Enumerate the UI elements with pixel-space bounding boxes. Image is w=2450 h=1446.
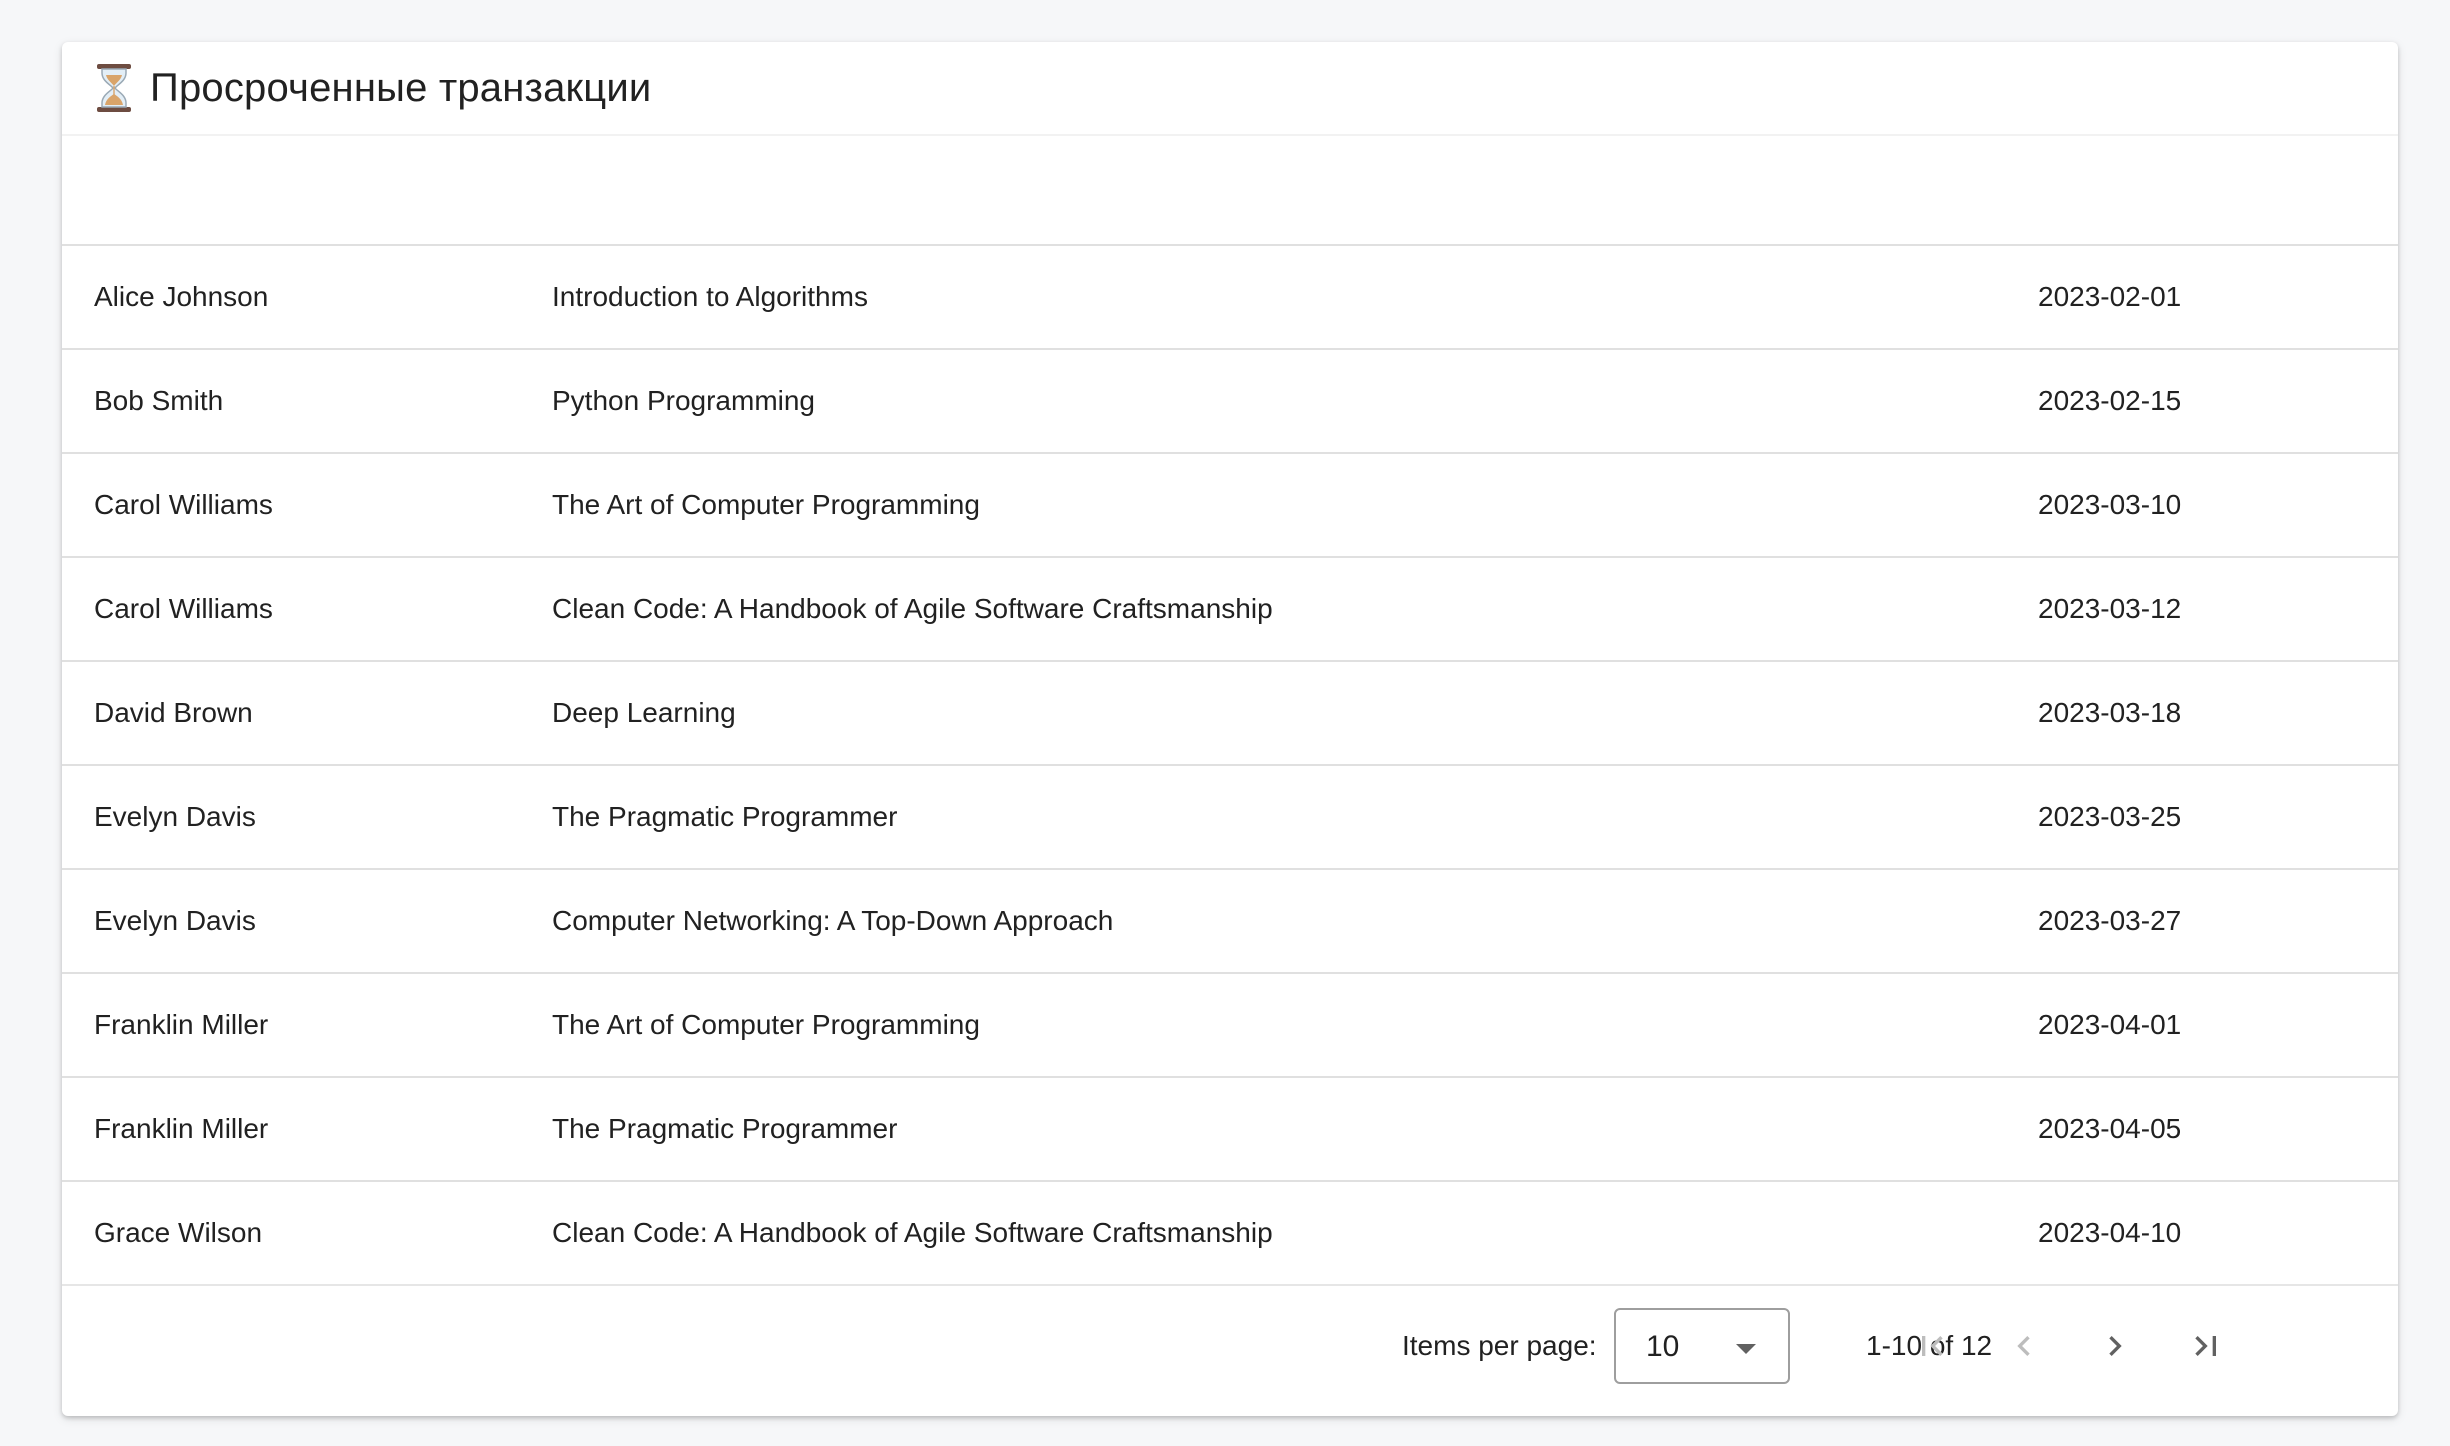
- borrower-name-cell: Bob Smith: [94, 385, 224, 416]
- due-date-cell: 2023-02-01: [2038, 281, 2182, 312]
- table-row: Grace Wilson Clean Code: A Handbook of Ag…: [62, 1182, 2398, 1286]
- due-date-cell: 2023-04-05: [2038, 1113, 2182, 1144]
- items-per-page-select[interactable]: 10: [1614, 1308, 1790, 1384]
- overdue-transactions-card: Просроченные транзакции Alice Johnson Int…: [62, 42, 2398, 1416]
- table-row: Evelyn Davis The Pragmatic Programmer 2023…: [62, 766, 2398, 870]
- book-title-cell: Deep Learning: [552, 697, 736, 728]
- book-title-cell: The Pragmatic Programmer: [552, 801, 898, 832]
- card-header: Просроченные транзакции: [62, 42, 2398, 136]
- last-page-icon: [2195, 1336, 2216, 1356]
- book-title-cell: The Art of Computer Programming: [552, 1009, 980, 1040]
- chevron-right-icon: [2109, 1336, 2122, 1356]
- book-title-cell: Computer Networking: A Top-Down Approach: [552, 905, 1114, 936]
- chevron-left-icon: [2017, 1336, 2030, 1356]
- due-date-cell: 2023-03-12: [2038, 593, 2182, 624]
- due-date-cell: 2023-04-01: [2038, 1009, 2182, 1040]
- first-page-button[interactable]: [1900, 1314, 1964, 1378]
- table-row: Carol Williams Clean Code: A Handbook of …: [62, 558, 2398, 662]
- due-date-cell: 2023-03-18: [2038, 697, 2182, 728]
- borrower-name-cell: Carol Williams: [94, 593, 273, 624]
- transactions-table-body: Alice Johnson Introduction to Algorithms 2…: [62, 246, 2398, 1286]
- book-title-cell: The Pragmatic Programmer: [552, 1113, 898, 1144]
- table-header: [62, 136, 2398, 246]
- borrower-name-cell: David Brown: [94, 697, 253, 728]
- dropdown-caret-icon: [1736, 1344, 1756, 1354]
- next-page-button[interactable]: [2083, 1314, 2147, 1378]
- due-date-cell: 2023-04-10: [2038, 1217, 2182, 1248]
- book-title-cell: Introduction to Algorithms: [552, 281, 868, 312]
- due-date-cell: 2023-03-25: [2038, 801, 2182, 832]
- page-title: Просроченные транзакции: [150, 65, 652, 110]
- hourglass-icon: [97, 64, 131, 112]
- borrower-name-cell: Evelyn Davis: [94, 801, 256, 832]
- items-per-page-label: Items per page:: [1402, 1330, 1597, 1361]
- table-row: Evelyn Davis Computer Networking: A Top-D…: [62, 870, 2398, 974]
- borrower-name-cell: Grace Wilson: [94, 1217, 263, 1248]
- borrower-name-cell: Franklin Miller: [94, 1113, 269, 1144]
- table-row: Franklin Miller The Art of Computer Progr…: [62, 974, 2398, 1078]
- borrower-name-cell: Franklin Miller: [94, 1009, 269, 1040]
- due-date-cell: 2023-02-15: [2038, 385, 2182, 416]
- book-title-cell: The Art of Computer Programming: [552, 489, 980, 520]
- table-row: Bob Smith Python Programming 2023-02-15: [62, 350, 2398, 454]
- table-row: David Brown Deep Learning 2023-03-18: [62, 662, 2398, 766]
- first-page-icon: [1922, 1336, 1943, 1356]
- paginator: Items per page: 10 1-10 of 12: [62, 1286, 2398, 1412]
- book-title-cell: Python Programming: [552, 385, 816, 416]
- book-title-cell: Clean Code: A Handbook of Agile Software…: [552, 593, 1273, 624]
- book-title-cell: Clean Code: A Handbook of Agile Software…: [552, 1217, 1273, 1248]
- borrower-name-cell: Carol Williams: [94, 489, 273, 520]
- table-row: Franklin Miller The Pragmatic Programmer 2…: [62, 1078, 2398, 1182]
- due-date-cell: 2023-03-10: [2038, 489, 2182, 520]
- table-row: Alice Johnson Introduction to Algorithms 2…: [62, 246, 2398, 350]
- borrower-name-cell: Alice Johnson: [94, 281, 269, 312]
- previous-page-button[interactable]: [1992, 1314, 2056, 1378]
- borrower-name-cell: Evelyn Davis: [94, 905, 256, 936]
- table-row: Carol Williams The Art of Computer Progra…: [62, 454, 2398, 558]
- due-date-cell: 2023-03-27: [2038, 905, 2182, 936]
- items-per-page-value: 10: [1646, 1330, 1680, 1363]
- last-page-button[interactable]: [2174, 1314, 2238, 1378]
